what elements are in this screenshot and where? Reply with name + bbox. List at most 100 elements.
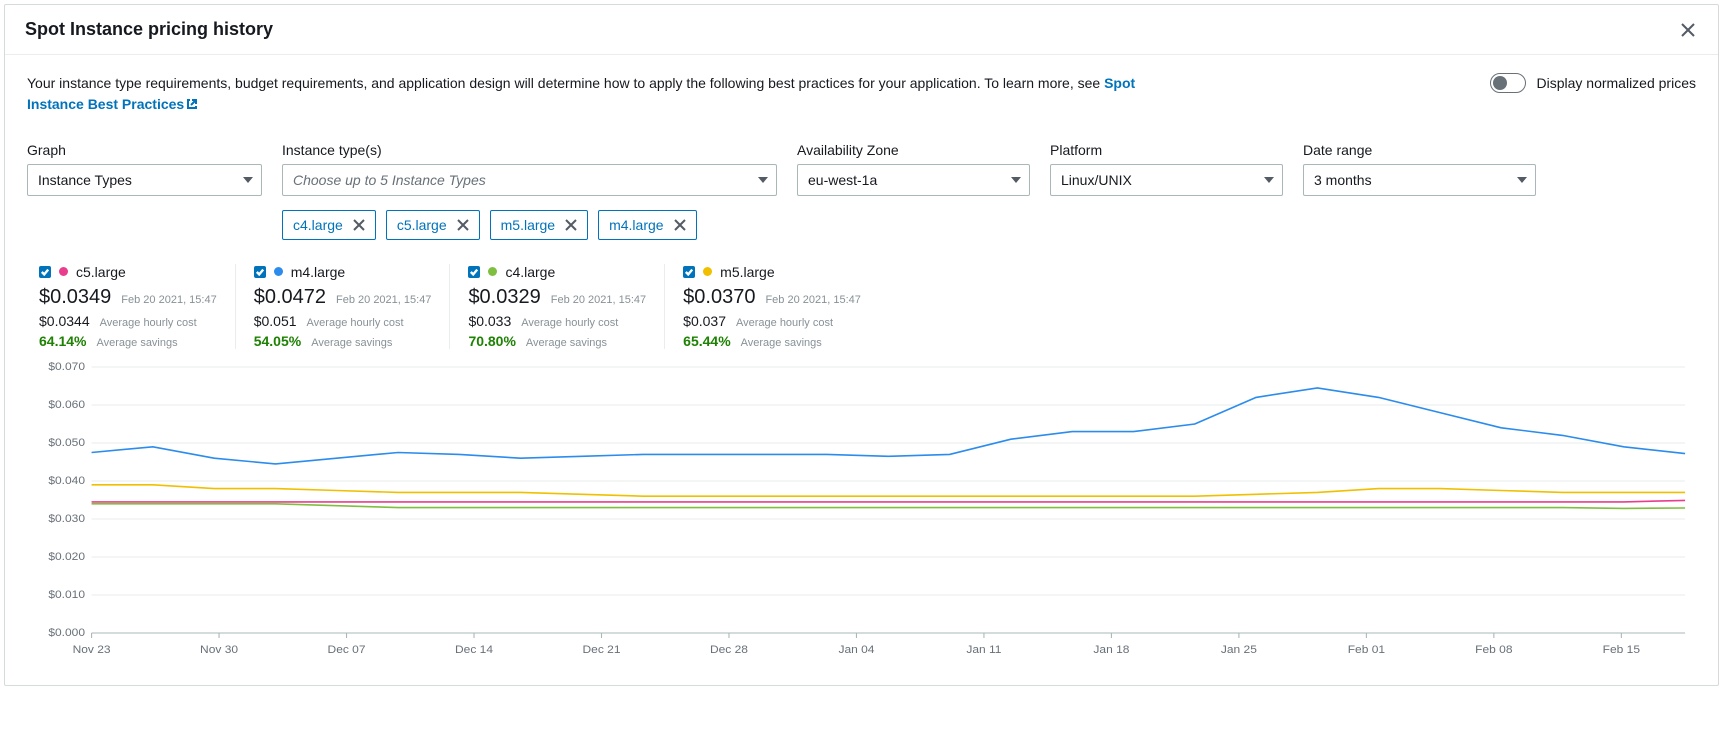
series-name: c4.large	[505, 264, 555, 280]
chip-remove-icon[interactable]	[674, 219, 686, 231]
az-label: Availability Zone	[797, 142, 1030, 158]
normalized-prices-toggle[interactable]	[1490, 73, 1526, 93]
date-range-label: Date range	[1303, 142, 1536, 158]
series-line	[92, 388, 1686, 464]
avg-savings: 70.80%	[468, 333, 515, 349]
legend-card: m4.large$0.0472Feb 20 2021, 15:47$0.051A…	[236, 264, 451, 349]
legend-card: c4.large$0.0329Feb 20 2021, 15:47$0.033A…	[450, 264, 665, 349]
avg-savings: 65.44%	[683, 333, 730, 349]
svg-text:$0.030: $0.030	[48, 513, 85, 524]
instance-type-chip: m4.large	[598, 210, 696, 240]
svg-text:$0.050: $0.050	[48, 437, 85, 448]
modal-header: Spot Instance pricing history	[5, 5, 1718, 55]
caret-down-icon	[1011, 172, 1021, 188]
asof-time: Feb 20 2021, 15:47	[551, 294, 646, 306]
control-date-range: Date range 3 months	[1303, 142, 1536, 196]
chip-remove-icon[interactable]	[457, 219, 469, 231]
instance-type-chip: m5.large	[490, 210, 588, 240]
date-range-value: 3 months	[1314, 172, 1372, 188]
series-name: c5.large	[76, 264, 126, 280]
legend-card: c5.large $0.0349 Feb 20 2021, 15:47 $0.0344…	[27, 264, 236, 349]
series-name: m5.large	[720, 264, 774, 280]
avg-savings: 54.05%	[254, 333, 301, 349]
avg-hourly-label: Average hourly cost	[307, 317, 404, 329]
svg-text:Jan 18: Jan 18	[1093, 644, 1129, 655]
graph-select-value: Instance Types	[38, 172, 132, 188]
external-link-icon	[186, 95, 198, 116]
control-instance-types: Instance type(s) Choose up to 5 Instance…	[282, 142, 777, 240]
avg-savings-label: Average savings	[526, 337, 607, 349]
legend-cards: c5.large $0.0349 Feb 20 2021, 15:47 $0.0344…	[27, 264, 1696, 349]
series-color-dot	[488, 267, 497, 276]
avg-savings-label: Average savings	[96, 337, 177, 349]
control-graph: Graph Instance Types	[27, 142, 262, 196]
control-platform: Platform Linux/UNIX	[1050, 142, 1283, 196]
series-line	[92, 485, 1686, 496]
current-price: $0.0349	[39, 286, 111, 309]
avg-savings-label: Average savings	[741, 337, 822, 349]
platform-select[interactable]: Linux/UNIX	[1050, 164, 1283, 196]
current-price: $0.0370	[683, 286, 755, 309]
svg-text:Jan 04: Jan 04	[838, 644, 875, 655]
current-price: $0.0472	[254, 286, 326, 309]
avg-hourly-label: Average hourly cost	[100, 317, 197, 329]
chip-remove-icon[interactable]	[353, 219, 365, 231]
normalized-prices-toggle-wrap: Display normalized prices	[1490, 73, 1696, 93]
svg-text:$0.010: $0.010	[48, 589, 85, 600]
platform-label: Platform	[1050, 142, 1283, 158]
az-select-value: eu-west-1a	[808, 172, 877, 188]
avg-hourly-label: Average hourly cost	[521, 317, 618, 329]
chip-label: m4.large	[609, 217, 663, 233]
asof-time: Feb 20 2021, 15:47	[765, 294, 860, 306]
avg-savings-label: Average savings	[311, 337, 392, 349]
controls-row: Graph Instance Types Instance type(s) Ch…	[27, 142, 1696, 240]
intro-row: Your instance type requirements, budget …	[27, 73, 1696, 116]
series-color-dot	[703, 267, 712, 276]
current-price: $0.0329	[468, 286, 540, 309]
series-color-dot	[274, 267, 283, 276]
price-chart[interactable]: $0.000$0.010$0.020$0.030$0.040$0.050$0.0…	[37, 361, 1696, 661]
instance-types-label: Instance type(s)	[282, 142, 777, 158]
az-select[interactable]: eu-west-1a	[797, 164, 1030, 196]
instance-type-chip: c4.large	[282, 210, 376, 240]
instance-types-select[interactable]: Choose up to 5 Instance Types	[282, 164, 777, 196]
caret-down-icon	[758, 172, 768, 188]
svg-text:$0.000: $0.000	[48, 627, 85, 638]
legend-card: m5.large$0.0370Feb 20 2021, 15:47$0.037A…	[665, 264, 879, 349]
graph-select[interactable]: Instance Types	[27, 164, 262, 196]
instance-type-chip: c5.large	[386, 210, 480, 240]
avg-hourly-cost: $0.0344	[39, 313, 90, 329]
svg-text:$0.020: $0.020	[48, 551, 85, 562]
series-checkbox[interactable]	[468, 266, 480, 278]
platform-select-value: Linux/UNIX	[1061, 172, 1132, 188]
modal-title: Spot Instance pricing history	[25, 19, 273, 40]
avg-hourly-cost: $0.051	[254, 313, 297, 329]
svg-text:Jan 11: Jan 11	[966, 644, 1001, 655]
graph-label: Graph	[27, 142, 262, 158]
svg-text:Dec 14: Dec 14	[455, 644, 494, 655]
series-name: m4.large	[291, 264, 345, 280]
series-checkbox[interactable]	[683, 266, 695, 278]
svg-text:$0.070: $0.070	[48, 361, 85, 372]
series-checkbox[interactable]	[254, 266, 266, 278]
pricing-history-modal: Spot Instance pricing history Your insta…	[4, 4, 1719, 686]
avg-hourly-label: Average hourly cost	[736, 317, 833, 329]
series-checkbox[interactable]	[39, 266, 51, 278]
toggle-knob	[1493, 76, 1507, 90]
close-icon	[1680, 22, 1696, 38]
caret-down-icon	[1264, 172, 1274, 188]
asof-time: Feb 20 2021, 15:47	[121, 294, 216, 306]
date-range-select[interactable]: 3 months	[1303, 164, 1536, 196]
modal-body: Your instance type requirements, budget …	[5, 55, 1718, 685]
svg-text:Dec 28: Dec 28	[710, 644, 748, 655]
selected-chips-row: c4.large c5.large m5.large m4.large	[282, 210, 777, 240]
svg-text:Nov 23: Nov 23	[73, 644, 111, 655]
svg-text:Jan 25: Jan 25	[1221, 644, 1257, 655]
intro-text: Your instance type requirements, budget …	[27, 73, 1157, 116]
svg-text:Dec 21: Dec 21	[582, 644, 620, 655]
svg-text:Feb 01: Feb 01	[1348, 644, 1385, 655]
chip-remove-icon[interactable]	[565, 219, 577, 231]
toggle-label: Display normalized prices	[1536, 75, 1696, 91]
control-az: Availability Zone eu-west-1a	[797, 142, 1030, 196]
close-button[interactable]	[1678, 20, 1698, 40]
